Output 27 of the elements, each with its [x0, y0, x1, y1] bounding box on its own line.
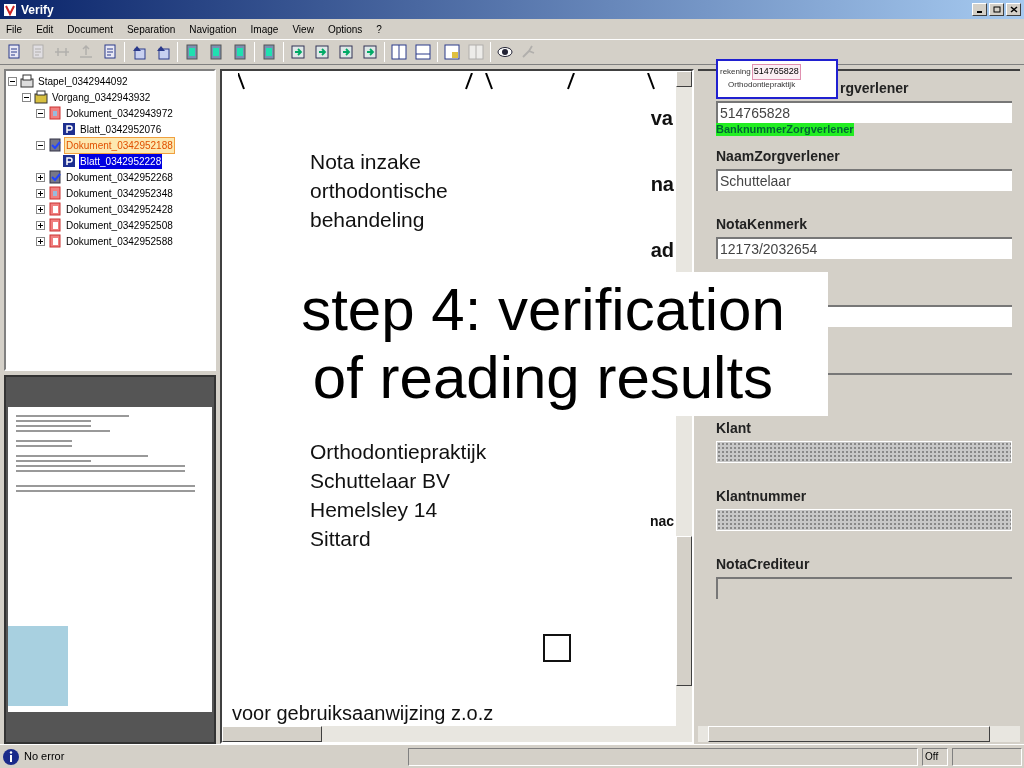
preview-value: 514765828: [751, 64, 801, 80]
document-text: ad: [650, 238, 674, 263]
caption-text: step 4: verification: [301, 276, 785, 344]
status-message: No error: [24, 749, 66, 765]
document-text: va: [650, 106, 674, 131]
document-text: voor gebruiksaanwijzing z.o.z: [232, 701, 494, 725]
field-label: NotaCrediteur: [716, 555, 810, 574]
caption-text: of reading results: [312, 344, 774, 412]
field-label: NotaKenmerk: [716, 215, 808, 234]
document-text: nac: [649, 512, 674, 531]
field-label: Klant: [716, 419, 751, 438]
field-label: NaamZorgverlener: [716, 147, 840, 166]
preview-text: Orthodontiepraktijk: [727, 79, 797, 90]
field-label: Klantnummer: [716, 487, 807, 506]
document-text: na: [650, 172, 674, 197]
document-text: Schuttelaar BV: [310, 468, 452, 494]
field-status: BanknummerZorgverlener: [716, 123, 854, 136]
document-text: Orthodontiepraktijk: [310, 439, 487, 465]
document-text: Sittard: [310, 526, 372, 552]
field-label: rgverlener: [840, 79, 909, 98]
document-text: Hemelsley 14: [310, 497, 439, 523]
document-text: behandeling: [310, 207, 426, 233]
window-title: Verify: [21, 1, 54, 19]
document-text: Nota inzake: [310, 149, 422, 175]
preview-text: rekening: [720, 65, 751, 78]
status-indicator: Off: [922, 747, 948, 766]
document-text: orthodontische: [310, 178, 448, 204]
